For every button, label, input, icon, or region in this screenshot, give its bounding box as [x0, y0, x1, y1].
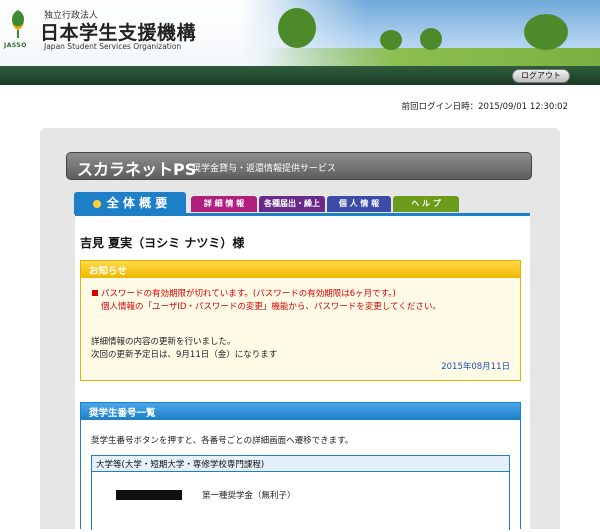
update-line2: 次回の更新予定日は、9月11日（金）になります [91, 350, 278, 360]
tab-details[interactable]: 詳 細 情 報 [191, 196, 257, 212]
bullet-icon [92, 290, 98, 296]
update-line1: 詳細情報の内容の更新を行いました。 [91, 337, 236, 347]
category-box: 大学等(大学・短期大学・専修学校専門課程) 第一種奨学金（無利子） [91, 455, 510, 530]
org-name-english: Japan Student Services Organization [44, 42, 182, 51]
user-name: 吉見 夏実（ヨシミ ナツミ）様 [80, 236, 245, 250]
dot-icon [92, 199, 101, 208]
tab-overview-label: 全 体 概 要 [106, 196, 168, 210]
service-title-bar: スカラネットPS 奨学金貸与・返還情報提供サービス [66, 152, 532, 180]
scholarship-numbers-box: 奨学生番号一覧 奨学生番号ボタンを押すと、各番号ごとの詳細画面へ遷移できます。 … [80, 402, 521, 530]
password-warning-line2: 個人情報の「ユーザID・パスワードの変更」機能から、パスワードを変更してください… [101, 302, 441, 312]
service-subtitle: 奨学金貸与・返還情報提供サービス [192, 164, 337, 174]
logo-text: JASSO [4, 42, 27, 49]
notice-box: お知らせ パスワードの有効期限が切れています。(パスワードの有効期限は6ヶ月です… [80, 260, 521, 381]
scholarship-numbers-heading: 奨学生番号一覧 [89, 408, 156, 419]
header-grass [260, 48, 600, 66]
tab-procedures[interactable]: 各種届出・繰上 [259, 196, 325, 212]
service-title: スカラネットPS [77, 160, 197, 179]
notice-header: お知らせ [81, 261, 520, 278]
scholarship-numbers-description: 奨学生番号ボタンを押すと、各番号ごとの詳細画面へ遷移できます。 [91, 436, 354, 446]
site-header: JASSO 独立行政法人 日本学生支援機構 Japan Student Serv… [0, 0, 600, 66]
tree-decoration [380, 30, 402, 50]
tree-decoration [278, 8, 316, 48]
jasso-logo-icon [12, 10, 24, 38]
notice-heading: お知らせ [89, 266, 127, 277]
org-name: 日本学生支援機構 [40, 22, 197, 44]
tab-overview[interactable]: 全 体 概 要 [74, 192, 186, 214]
scholarship-numbers-header: 奨学生番号一覧 [81, 403, 520, 420]
tree-decoration [420, 28, 442, 50]
tab-personal-info[interactable]: 個 人 情 報 [327, 196, 391, 212]
notice-date: 2015年08月11日 [441, 362, 510, 372]
category-label: 大学等(大学・短期大学・専修学校専門課程) [96, 460, 265, 470]
header-bar [0, 66, 600, 85]
password-warning-line1: パスワードの有効期限が切れています。(パスワードの有効期限は6ヶ月です。) [101, 289, 396, 299]
scholarship-name: 第一種奨学金（無利子） [202, 491, 296, 501]
scholarship-number-button[interactable] [116, 490, 182, 500]
tree-decoration [524, 14, 568, 50]
tab-help[interactable]: ヘ ル プ [393, 196, 459, 212]
last-login-time: 前回ログイン日時：2015/09/01 12:30:02 [401, 102, 568, 112]
logout-button[interactable]: ログアウト [512, 69, 570, 83]
category-header: 大学等(大学・短期大学・専修学校専門課程) [92, 456, 509, 472]
